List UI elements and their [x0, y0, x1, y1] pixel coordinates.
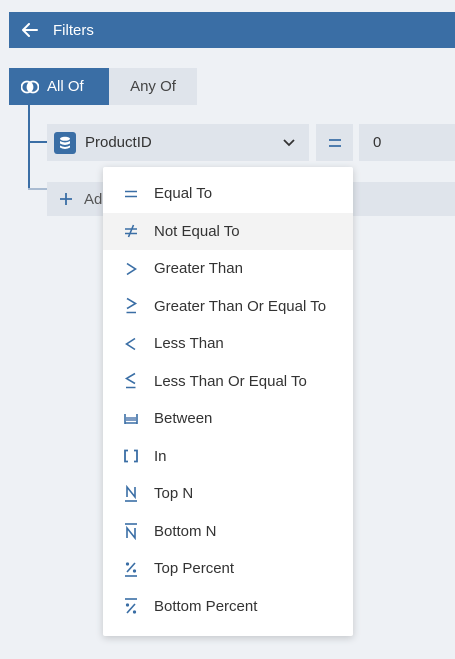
operator-label: Greater Than Or Equal To: [154, 297, 327, 315]
field-select[interactable]: ProductID: [47, 124, 309, 161]
operator-in[interactable]: In: [103, 438, 353, 476]
tree-branch: [28, 141, 48, 143]
operator-button[interactable]: [316, 124, 353, 161]
operator-label: Top N: [154, 485, 194, 503]
operator-label: Top Percent: [154, 560, 235, 578]
add-condition-label: Ad: [84, 190, 103, 208]
between-icon: [120, 409, 142, 429]
arrow-left-icon[interactable]: [21, 21, 39, 39]
operator-label: Less Than: [154, 335, 224, 353]
bottom-n-icon: [120, 521, 142, 541]
operator-greater-or-equal[interactable]: Greater Than Or Equal To: [103, 288, 353, 326]
less-than-icon: [120, 334, 142, 354]
operator-label: Less Than Or Equal To: [154, 372, 307, 390]
filters-header: Filters: [9, 12, 455, 48]
operator-bottom-percent[interactable]: Bottom Percent: [103, 588, 353, 626]
operator-top-percent[interactable]: Top Percent: [103, 550, 353, 588]
not-equal-icon: [120, 221, 142, 241]
chevron-down-icon: [283, 137, 295, 149]
intersect-icon: [21, 80, 39, 94]
operator-greater-than[interactable]: Greater Than: [103, 250, 353, 288]
operator-label: Equal To: [154, 185, 213, 203]
all-of-button[interactable]: All Of: [9, 68, 109, 105]
in-icon: [120, 446, 142, 466]
greater-than-icon: [120, 259, 142, 279]
tree-branch: [28, 188, 48, 190]
any-of-label: Any Of: [130, 78, 176, 95]
group-type-toggle: All Of Any Of: [9, 68, 197, 105]
operator-dropdown: Equal To Not Equal To Greater Than Great…: [103, 167, 353, 636]
operator-label: Between: [154, 410, 213, 428]
value-input[interactable]: [359, 124, 455, 161]
plus-icon: [59, 192, 73, 206]
top-n-icon: [120, 484, 142, 504]
top-percent-icon: [120, 559, 142, 579]
operator-label: Not Equal To: [154, 222, 240, 240]
operator-equal-to[interactable]: Equal To: [103, 175, 353, 213]
operator-less-than[interactable]: Less Than: [103, 325, 353, 363]
operator-label: Bottom Percent: [154, 597, 258, 615]
operator-less-or-equal[interactable]: Less Than Or Equal To: [103, 363, 353, 401]
operator-label: Greater Than: [154, 260, 243, 278]
operator-top-n[interactable]: Top N: [103, 475, 353, 513]
operator-label: In: [154, 447, 167, 465]
bottom-percent-icon: [120, 596, 142, 616]
operator-between[interactable]: Between: [103, 400, 353, 438]
less-equal-icon: [120, 371, 142, 391]
any-of-button[interactable]: Any Of: [109, 68, 197, 105]
all-of-label: All Of: [47, 78, 84, 95]
tree-connector: [28, 105, 30, 189]
operator-label: Bottom N: [154, 522, 217, 540]
database-icon: [54, 131, 76, 154]
field-name: ProductID: [85, 134, 152, 151]
page-title: Filters: [53, 21, 94, 39]
equal-icon: [120, 184, 142, 204]
operator-not-equal-to[interactable]: Not Equal To: [103, 212, 353, 250]
greater-equal-icon: [120, 296, 142, 316]
operator-bottom-n[interactable]: Bottom N: [103, 513, 353, 551]
equal-icon: [328, 138, 341, 147]
